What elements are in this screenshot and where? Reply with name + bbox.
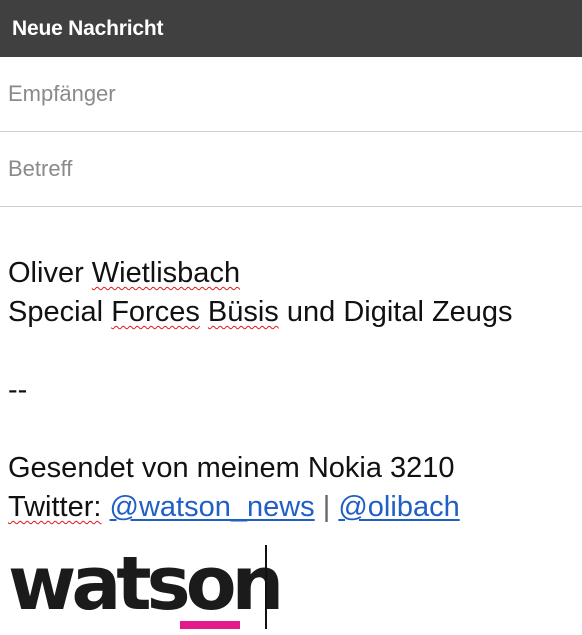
twitter-separator: | [322, 491, 331, 523]
logo-row: watson [0, 545, 582, 635]
twitter-label: Twitter: [8, 491, 102, 523]
compose-window: Neue Nachricht Oliver Wietlisbach Specia… [0, 0, 582, 635]
twitter-line: Twitter: @watson_news | @olibach [8, 488, 574, 527]
signature-first-name: Oliver [8, 257, 84, 289]
watson-logo-accent-bar [180, 621, 240, 629]
recipient-row [0, 57, 582, 132]
subject-input[interactable] [0, 149, 582, 189]
twitter-link-olibach[interactable]: @olibach [338, 491, 459, 523]
twitter-link-watson-news[interactable]: @watson_news [110, 491, 315, 523]
signature-divider: -- [8, 374, 28, 406]
signature-role-word3: Büsis [207, 296, 279, 328]
signature-role-word1: Special [8, 296, 104, 328]
message-body[interactable]: Oliver Wietlisbach Special Forces Büsis … [0, 254, 582, 527]
signature-role-line: Special Forces Büsis und Digital Zeugs [8, 293, 574, 332]
window-title: Neue Nachricht [12, 16, 164, 40]
sent-from-line: Gesendet von meinem Nokia 3210 [8, 452, 455, 484]
signature-role-rest: und Digital Zeugs [286, 296, 513, 328]
compose-titlebar: Neue Nachricht [0, 0, 582, 57]
signature-last-name: Wietlisbach [91, 257, 241, 289]
recipient-input[interactable] [0, 74, 582, 114]
text-cursor [265, 545, 267, 629]
signature-role-word2: Forces [111, 296, 200, 328]
subject-row [0, 132, 582, 207]
signature-name-line: Oliver Wietlisbach [8, 254, 574, 293]
watson-logo: watson [8, 541, 284, 627]
